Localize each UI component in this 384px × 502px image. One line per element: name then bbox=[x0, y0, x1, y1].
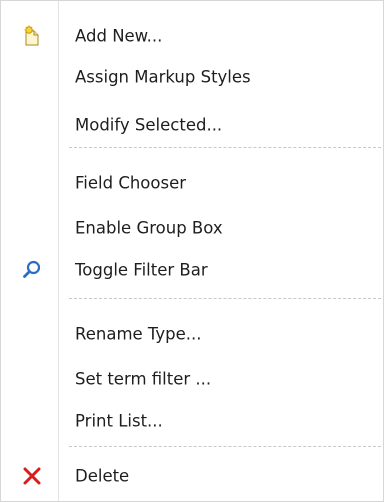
menu-item-label: Delete bbox=[75, 466, 130, 486]
menu-item-field-chooser[interactable]: Field Chooser bbox=[1, 163, 383, 203]
menu-separator bbox=[69, 147, 381, 148]
search-icon bbox=[21, 259, 43, 281]
delete-icon bbox=[21, 465, 43, 487]
menu-item-label: Modify Selected... bbox=[75, 115, 223, 135]
menu-item-label: Enable Group Box bbox=[75, 218, 223, 238]
menu-item-label: Field Chooser bbox=[75, 173, 187, 193]
menu-item-assign-markup-styles[interactable]: Assign Markup Styles bbox=[1, 57, 383, 97]
menu-item-rename-type[interactable]: Rename Type... bbox=[1, 314, 383, 354]
menu-item-label: Toggle Filter Bar bbox=[75, 260, 208, 280]
menu-separator bbox=[69, 298, 381, 299]
menu-item-toggle-filter-bar[interactable]: Toggle Filter Bar bbox=[1, 250, 383, 290]
menu-item-label: Print List... bbox=[75, 411, 163, 431]
menu-item-label: Assign Markup Styles bbox=[75, 67, 251, 87]
menu-item-enable-group-box[interactable]: Enable Group Box bbox=[1, 208, 383, 248]
add-new-icon bbox=[21, 25, 43, 47]
menu-item-print-list[interactable]: Print List... bbox=[1, 401, 383, 441]
menu-item-modify-selected[interactable]: Modify Selected... bbox=[1, 105, 383, 145]
menu-separator bbox=[69, 446, 381, 447]
menu-item-label: Add New... bbox=[75, 26, 163, 46]
menu-item-delete[interactable]: Delete bbox=[1, 456, 383, 496]
menu-item-set-term-filter[interactable]: Set term filter ... bbox=[1, 359, 383, 399]
menu-item-add-new[interactable]: Add New... bbox=[1, 16, 383, 56]
menu-item-label: Set term filter ... bbox=[75, 369, 212, 389]
menu-item-label: Rename Type... bbox=[75, 324, 202, 344]
context-menu: Add New... Assign Markup Styles Modify S… bbox=[0, 0, 384, 502]
